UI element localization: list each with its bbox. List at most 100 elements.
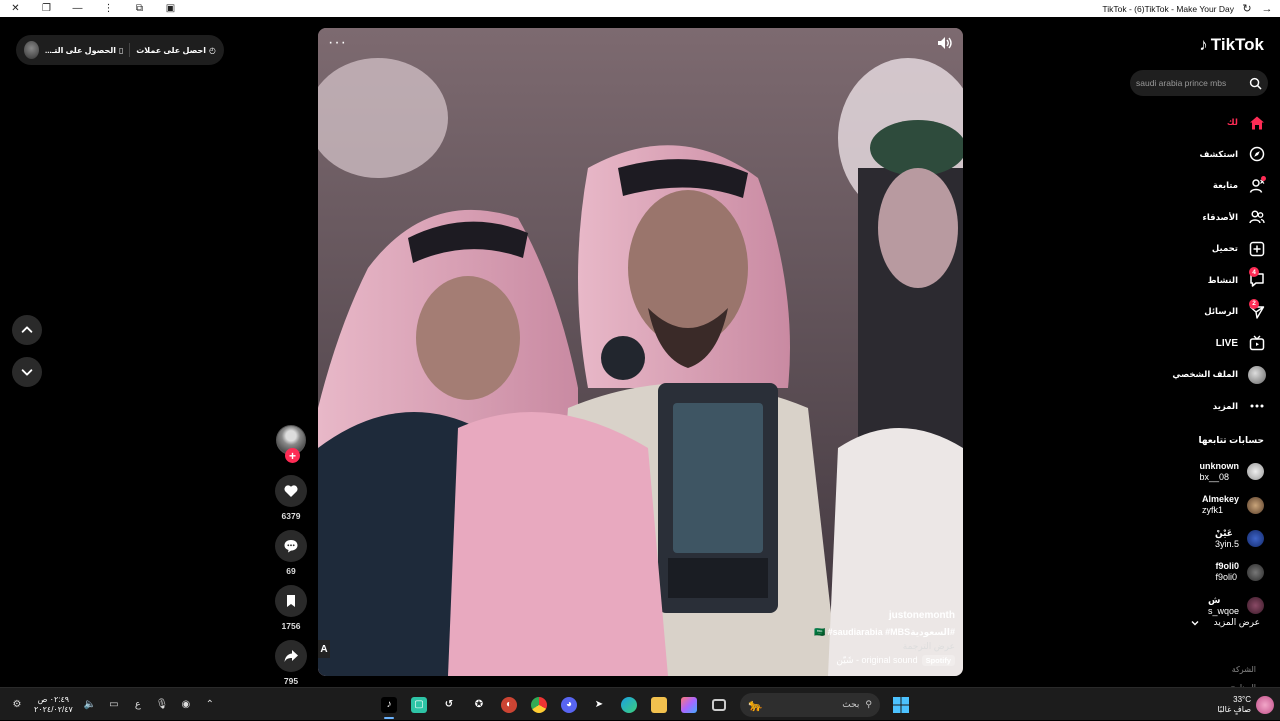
cast-icon[interactable]: ▣: [155, 0, 186, 17]
search-bar[interactable]: saudi arabia prince mbs: [1130, 70, 1268, 96]
menu-item-label: LIVE: [1215, 337, 1238, 349]
user-avatar[interactable]: [24, 41, 39, 59]
menu-item-profile[interactable]: الملف الشخصي: [1136, 359, 1266, 391]
app-icon[interactable]: ◐: [496, 692, 522, 718]
promo-pill: ◴ احصل على عملات ▯ الحصول على التـ...: [16, 35, 224, 65]
video-hashtags[interactable]: #السعودية🇸🇦 #saudiarabia #MBS: [814, 627, 955, 638]
input-language[interactable]: ع: [131, 699, 145, 710]
see-translation-link[interactable]: عرض الترجمة: [814, 641, 955, 652]
menu-item-more[interactable]: المزيد: [1136, 391, 1266, 423]
right-sidebar: ♪ TikTok saudi arabia prince mbs لك استك…: [1130, 17, 1280, 692]
comment-icon: [284, 540, 298, 553]
video-player[interactable]: ··· A justonemonth #السعودية🇸🇦 #saudiara…: [318, 28, 963, 676]
search-icon[interactable]: [1249, 77, 1262, 90]
new-dot: [1261, 175, 1266, 181]
discord-icon[interactable]: ◕: [556, 692, 582, 718]
chrome-icon[interactable]: [526, 692, 552, 718]
menu-item-friends[interactable]: الأصدقاء: [1136, 202, 1266, 234]
pill-divider: [129, 43, 131, 57]
friends-icon: [1248, 208, 1266, 226]
activity-icon: 4: [1248, 267, 1266, 289]
volume-icon[interactable]: [937, 36, 953, 50]
get-app-button[interactable]: ▯ الحصول على التـ...: [45, 46, 123, 55]
close-window-icon[interactable]: ✕: [0, 0, 31, 17]
account-handle: bx__08: [1199, 471, 1230, 482]
account-avatar: [1247, 463, 1264, 481]
following-account[interactable]: عَيْنْ 3yin.5: [1144, 522, 1264, 556]
comment-button[interactable]: [275, 530, 307, 562]
video-caption: justonemonth #السعودية🇸🇦 #saudiarabia #M…: [814, 610, 955, 666]
follow-button[interactable]: +: [285, 448, 300, 463]
forward-icon[interactable]: →: [1260, 3, 1274, 15]
account-handle: s_wqoe: [1207, 605, 1239, 616]
see-more-button[interactable]: عرض المزيد: [1190, 617, 1260, 628]
menu-item-for-you[interactable]: لك: [1136, 107, 1266, 139]
weather-widget[interactable]: 33°C صافٍ غالبًا: [1217, 690, 1274, 720]
upload-icon: [1248, 240, 1266, 258]
task-view-icon[interactable]: [706, 692, 732, 718]
sound-name: original sound - شَيّن: [836, 655, 918, 665]
following-account[interactable]: f9oli0 f9oli0: [1144, 556, 1264, 590]
get-app-label: الحصول على التـ...: [44, 45, 117, 55]
chevron-down-icon: [1191, 620, 1199, 625]
menu-item-label: النشاط: [1207, 274, 1238, 285]
restore-window-icon[interactable]: ❐: [31, 0, 62, 17]
tiktok-app-icon[interactable]: ♪: [376, 692, 402, 719]
microphone-icon[interactable]: 🎙: [155, 699, 169, 710]
tiktok-logo[interactable]: ♪ TikTok: [1199, 35, 1264, 55]
chevron-down-icon: [21, 369, 33, 376]
menu-item-following[interactable]: متابعة: [1136, 170, 1266, 202]
more-options-icon[interactable]: ⋮: [93, 0, 124, 17]
following-account[interactable]: unknown bx__08: [1144, 455, 1264, 489]
menu-item-upload[interactable]: تحميل: [1136, 233, 1266, 265]
live-icon: [1248, 334, 1266, 352]
video-more-icon[interactable]: ···: [328, 34, 347, 52]
menu-item-activity[interactable]: 4 النشاط: [1136, 265, 1266, 297]
menu-item-explore[interactable]: استكشف: [1136, 139, 1266, 171]
file-explorer-icon[interactable]: [646, 692, 672, 718]
account-avatar: [1247, 530, 1264, 548]
edge-icon[interactable]: [616, 692, 642, 718]
steam-icon[interactable]: ➤: [586, 692, 612, 718]
comments-count: 69: [286, 566, 296, 576]
menu-item-live[interactable]: LIVE: [1136, 328, 1266, 360]
network-icon[interactable]: ▭: [107, 699, 121, 710]
following-icon: [1248, 175, 1266, 195]
minimize-window-icon[interactable]: —: [62, 0, 93, 17]
copilot-icon[interactable]: [676, 692, 702, 718]
company-link[interactable]: الشركة: [1230, 661, 1256, 679]
extensions-icon[interactable]: ⧉: [124, 0, 155, 17]
clock[interactable]: ٠٢:٤٩ ص ٢٠٢٤/٠٢/٤٧: [34, 695, 73, 715]
previous-video-button[interactable]: [12, 315, 42, 345]
show-hidden-icons-chevron-icon[interactable]: ⌃: [203, 699, 217, 710]
get-coins-button[interactable]: ◴ احصل على عملات: [136, 46, 216, 55]
speaker-icon[interactable]: 🔈: [83, 699, 97, 710]
next-video-button[interactable]: [12, 357, 42, 387]
creator-avatar[interactable]: +: [276, 425, 306, 463]
compass-icon: [1248, 145, 1266, 163]
video-author[interactable]: justonemonth: [814, 610, 955, 621]
search-input[interactable]: saudi arabia prince mbs: [1136, 78, 1249, 88]
saves-count: 1756: [281, 621, 301, 631]
following-accounts-title: حسابات تتابعها: [1198, 435, 1264, 445]
like-button[interactable]: [275, 475, 307, 507]
account-handle: f9oli0: [1215, 572, 1237, 583]
app-icon[interactable]: ▢: [406, 692, 432, 718]
video-sound[interactable]: Spotify original sound - شَيّن: [814, 655, 955, 666]
spotify-badge[interactable]: Spotify: [921, 655, 955, 666]
windows-taskbar: ⚙ ٠٢:٤٩ ص ٢٠٢٤/٠٢/٤٧ 🔈 ▭ ع 🎙 ◉ ⌃ ♪ ▢ ↺ ✪…: [0, 687, 1280, 720]
app-icon[interactable]: ↺: [436, 692, 462, 718]
menu-item-messages[interactable]: 2 الرسائل: [1136, 296, 1266, 328]
following-account[interactable]: Almekey zyfk1: [1144, 489, 1264, 523]
settings-gear-icon[interactable]: ⚙: [10, 699, 24, 710]
chevron-up-icon: [21, 326, 33, 333]
share-arrow-icon: [284, 650, 298, 662]
reload-icon[interactable]: ↻: [1240, 2, 1254, 15]
taskbar-search[interactable]: ⚲ بحث 🐆: [740, 692, 880, 717]
save-button[interactable]: [275, 585, 307, 617]
weather-icon: [1256, 696, 1274, 714]
start-button[interactable]: [888, 692, 914, 718]
app-icon[interactable]: ✪: [466, 692, 492, 718]
share-button[interactable]: [275, 640, 307, 672]
meet-icon[interactable]: ◉: [179, 699, 193, 710]
